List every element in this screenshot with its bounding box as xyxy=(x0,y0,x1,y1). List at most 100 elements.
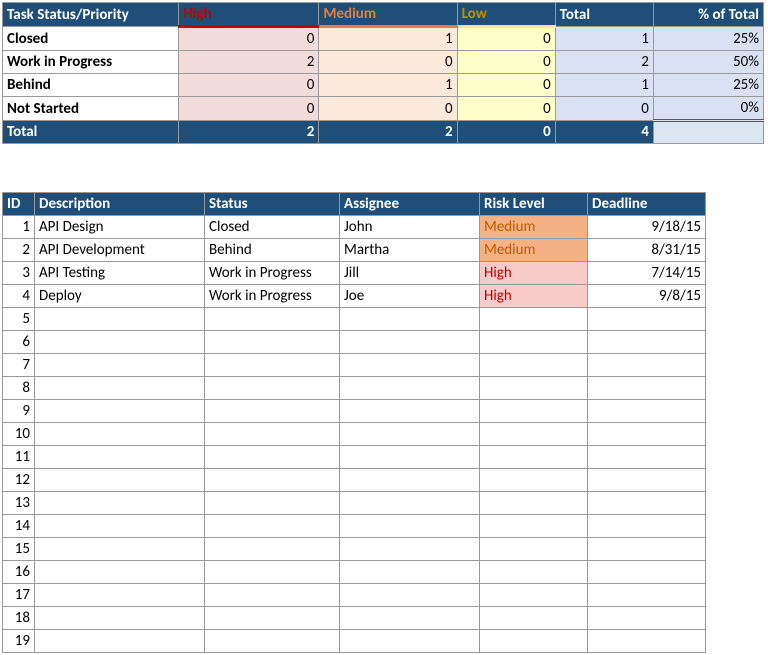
cell-deadline: 9/18/15 xyxy=(588,216,706,239)
cell-desc xyxy=(35,561,205,584)
cell-desc: Deploy xyxy=(35,285,205,308)
cell-id: 9 xyxy=(3,400,35,423)
cell-risk xyxy=(480,538,588,561)
cell-pct: 50% xyxy=(653,51,763,74)
cell-total: 1 xyxy=(555,27,653,51)
cell-assignee xyxy=(340,561,480,584)
cell-status xyxy=(205,538,340,561)
summary-row: Behind010125% xyxy=(3,74,764,97)
col-deadline: Deadline xyxy=(588,193,706,216)
cell-status: Work in Progress xyxy=(205,262,340,285)
cell-id: 8 xyxy=(3,377,35,400)
cell-medium: 0 xyxy=(319,97,457,121)
summary-table: Task Status/Priority High Medium Low Tot… xyxy=(2,2,764,144)
cell-risk xyxy=(480,377,588,400)
cell-status xyxy=(205,561,340,584)
row-label: Closed xyxy=(3,27,179,51)
cell-risk xyxy=(480,331,588,354)
detail-row-empty: 14 xyxy=(3,515,706,538)
cell-status xyxy=(205,584,340,607)
cell-total: 1 xyxy=(555,74,653,97)
cell-assignee xyxy=(340,423,480,446)
cell-desc xyxy=(35,446,205,469)
total-pct xyxy=(653,121,763,144)
detail-row-empty: 6 xyxy=(3,331,706,354)
cell-risk xyxy=(480,308,588,331)
cell-status xyxy=(205,308,340,331)
cell-assignee: Joe xyxy=(340,285,480,308)
cell-desc xyxy=(35,377,205,400)
cell-id: 13 xyxy=(3,492,35,515)
cell-assignee xyxy=(340,515,480,538)
cell-status xyxy=(205,354,340,377)
detail-row: 1API DesignClosedJohnMedium9/18/15 xyxy=(3,216,706,239)
cell-deadline xyxy=(588,308,706,331)
cell-assignee: Jill xyxy=(340,262,480,285)
cell-status: Closed xyxy=(205,216,340,239)
detail-header-row: ID Description Status Assignee Risk Leve… xyxy=(3,193,706,216)
cell-deadline xyxy=(588,400,706,423)
detail-row-empty: 11 xyxy=(3,446,706,469)
cell-assignee xyxy=(340,607,480,630)
col-total: Total xyxy=(555,3,653,27)
total-total: 4 xyxy=(555,121,653,144)
col-risk: Risk Level xyxy=(480,193,588,216)
cell-desc xyxy=(35,308,205,331)
col-high: High xyxy=(179,3,319,27)
cell-desc xyxy=(35,607,205,630)
cell-pct: 25% xyxy=(653,74,763,97)
cell-high: 0 xyxy=(179,74,319,97)
cell-deadline xyxy=(588,354,706,377)
cell-deadline: 9/8/15 xyxy=(588,285,706,308)
cell-risk xyxy=(480,630,588,653)
cell-desc xyxy=(35,515,205,538)
cell-id: 18 xyxy=(3,607,35,630)
cell-risk xyxy=(480,561,588,584)
cell-risk xyxy=(480,469,588,492)
cell-deadline: 8/31/15 xyxy=(588,239,706,262)
cell-deadline xyxy=(588,492,706,515)
detail-row-empty: 8 xyxy=(3,377,706,400)
cell-medium: 1 xyxy=(319,27,457,51)
cell-desc: API Design xyxy=(35,216,205,239)
cell-desc xyxy=(35,630,205,653)
cell-pct: 0% xyxy=(653,97,763,121)
cell-risk: High xyxy=(480,262,588,285)
cell-assignee xyxy=(340,538,480,561)
cell-assignee xyxy=(340,584,480,607)
cell-deadline xyxy=(588,446,706,469)
cell-total: 0 xyxy=(555,97,653,121)
cell-desc xyxy=(35,354,205,377)
cell-desc xyxy=(35,492,205,515)
cell-desc xyxy=(35,331,205,354)
total-label: Total xyxy=(3,121,179,144)
cell-status xyxy=(205,446,340,469)
col-task-status: Task Status/Priority xyxy=(3,3,179,27)
summary-header-row: Task Status/Priority High Medium Low Tot… xyxy=(3,3,764,27)
cell-status xyxy=(205,469,340,492)
cell-risk: High xyxy=(480,285,588,308)
row-label: Behind xyxy=(3,74,179,97)
cell-desc: API Development xyxy=(35,239,205,262)
cell-desc xyxy=(35,423,205,446)
cell-id: 10 xyxy=(3,423,35,446)
cell-deadline xyxy=(588,538,706,561)
cell-assignee xyxy=(340,400,480,423)
col-low: Low xyxy=(457,3,555,27)
cell-id: 7 xyxy=(3,354,35,377)
summary-row: Not Started00000% xyxy=(3,97,764,121)
total-medium: 2 xyxy=(319,121,457,144)
detail-row-empty: 16 xyxy=(3,561,706,584)
col-assignee: Assignee xyxy=(340,193,480,216)
cell-risk xyxy=(480,400,588,423)
cell-low: 0 xyxy=(457,27,555,51)
row-label: Work in Progress xyxy=(3,51,179,74)
cell-status xyxy=(205,400,340,423)
cell-risk xyxy=(480,354,588,377)
cell-deadline xyxy=(588,423,706,446)
cell-id: 6 xyxy=(3,331,35,354)
detail-row-empty: 10 xyxy=(3,423,706,446)
cell-deadline xyxy=(588,331,706,354)
cell-medium: 0 xyxy=(319,51,457,74)
summary-row: Closed010125% xyxy=(3,27,764,51)
